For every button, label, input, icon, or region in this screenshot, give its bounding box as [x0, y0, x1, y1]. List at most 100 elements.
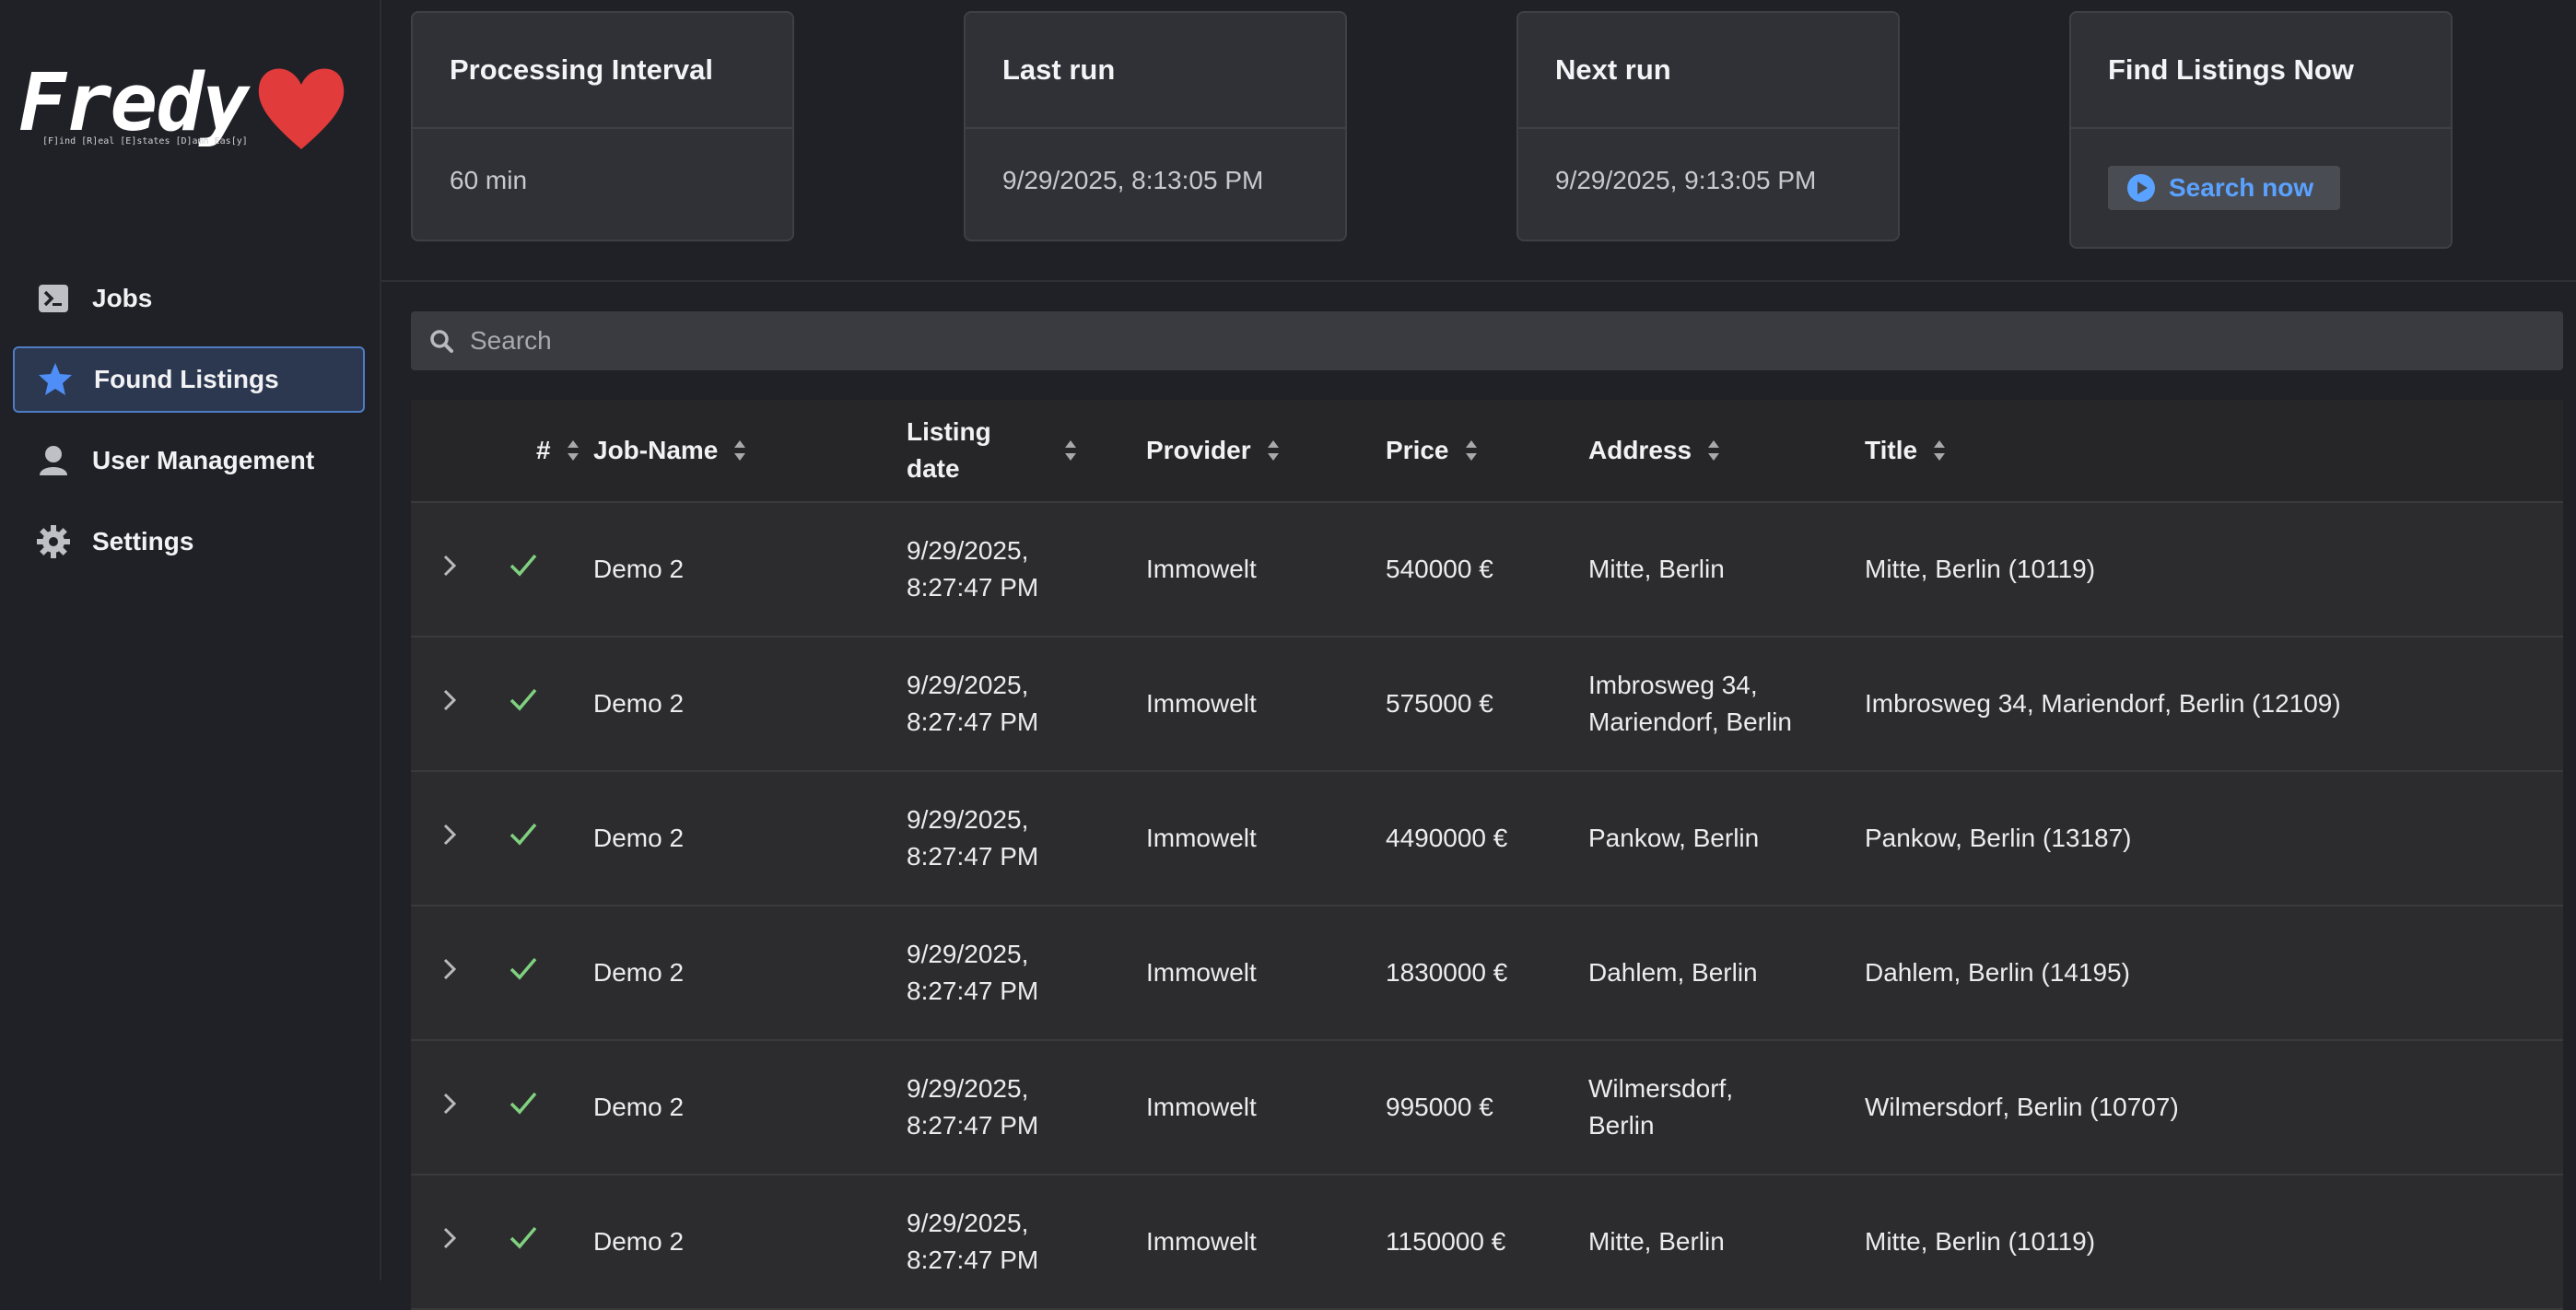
column-header-price[interactable]: Price — [1386, 400, 1588, 501]
job-name-cell: Demo 2 — [593, 1227, 685, 1256]
job-name-cell: Demo 2 — [593, 958, 685, 987]
listing-date-day: 9/29/2025, — [907, 1209, 1029, 1237]
main-content: Processing Interval 60 min Last run 9/29… — [381, 0, 2576, 1310]
column-label: Address — [1588, 436, 1692, 464]
listing-date-day: 9/29/2025, — [907, 536, 1029, 565]
address-line-1: Wilmersdorf, — [1588, 1074, 1734, 1103]
provider-cell: Immowelt — [1146, 555, 1257, 583]
address-line-2: Berlin — [1588, 1111, 1655, 1140]
sort-icon — [567, 440, 579, 461]
fredy-logo[interactable]: Fredy [F]ind [R]eal [E]states [D]amn Eas… — [18, 57, 345, 158]
title-cell[interactable]: Mitte, Berlin (10119) — [1865, 1223, 2563, 1260]
sidebar-item-jobs[interactable]: Jobs — [13, 265, 365, 332]
column-header-job-name[interactable]: Job-Name — [593, 400, 907, 501]
listing-date-time: 8:27:47 PM — [907, 842, 1039, 871]
column-label: Provider — [1146, 436, 1251, 464]
column-header-number[interactable]: # — [486, 400, 593, 501]
job-name-cell: Demo 2 — [593, 689, 685, 718]
listing-date-cell: 9/29/2025, 8:27:47 PM — [907, 936, 1146, 1010]
title-cell[interactable]: Dahlem, Berlin (14195) — [1865, 954, 2563, 991]
search-now-button[interactable]: Search now — [2108, 166, 2340, 210]
title-cell[interactable]: Mitte, Berlin (10119) — [1865, 551, 2563, 588]
table-row[interactable]: Demo 2 9/29/2025, 8:27:47 PM Immowelt 449… — [411, 772, 2563, 906]
column-label: # — [536, 436, 551, 464]
card-value: 9/29/2025, 9:13:05 PM — [1555, 166, 1817, 194]
search-icon — [430, 330, 453, 353]
find-listings-card: Find Listings Now Search now — [2069, 11, 2453, 249]
gear-icon — [35, 523, 72, 560]
address-cell: Pankow, Berlin — [1588, 820, 1865, 857]
table-row[interactable]: Demo 2 9/29/2025, 8:27:47 PM Immowelt 115… — [411, 1175, 2563, 1310]
table-row[interactable]: Demo 2 9/29/2025, 8:27:47 PM Immowelt 183… — [411, 906, 2563, 1041]
next-run-card: Next run 9/29/2025, 9:13:05 PM — [1516, 11, 1900, 241]
listing-date-day: 9/29/2025, — [907, 940, 1029, 968]
search-input[interactable] — [468, 325, 2499, 357]
card-title: Last run — [966, 13, 1345, 129]
provider-cell: Immowelt — [1146, 958, 1257, 987]
job-name-cell: Demo 2 — [593, 555, 685, 583]
sidebar-nav: Jobs Found Listings User Management Sett… — [13, 265, 365, 590]
sidebar-item-settings[interactable]: Settings — [13, 509, 365, 575]
listing-date-cell: 9/29/2025, 8:27:47 PM — [907, 1070, 1146, 1144]
listing-date-time: 8:27:47 PM — [907, 977, 1039, 1005]
check-icon — [486, 551, 593, 588]
check-icon — [486, 954, 593, 991]
title-cell[interactable]: Pankow, Berlin (13187) — [1865, 820, 2563, 857]
address-line-1: Mitte, Berlin — [1588, 555, 1725, 583]
expand-chevron-icon[interactable] — [411, 954, 486, 991]
heart-icon — [258, 68, 345, 149]
expand-chevron-icon[interactable] — [411, 551, 486, 588]
table-row[interactable]: Demo 2 9/29/2025, 8:27:47 PM Immowelt 995… — [411, 1041, 2563, 1175]
card-title: Next run — [1518, 13, 1898, 129]
sort-icon — [1267, 440, 1279, 461]
star-icon — [37, 361, 74, 398]
listing-date-time: 8:27:47 PM — [907, 1246, 1039, 1274]
price-cell: 1830000 € — [1386, 958, 1508, 987]
expand-chevron-icon[interactable] — [411, 820, 486, 857]
title-cell[interactable]: Wilmersdorf, Berlin (10707) — [1865, 1089, 2563, 1126]
expand-chevron-icon[interactable] — [411, 685, 486, 722]
provider-cell: Immowelt — [1146, 1227, 1257, 1256]
play-icon — [2127, 174, 2155, 202]
card-title: Find Listings Now — [2071, 13, 2451, 129]
search-bar[interactable] — [411, 311, 2563, 370]
sort-icon — [1065, 440, 1076, 461]
table-row[interactable]: Demo 2 9/29/2025, 8:27:47 PM Immowelt 540… — [411, 503, 2563, 637]
column-header-listing-date[interactable]: Listing date — [907, 400, 1146, 501]
sidebar-item-found-listings[interactable]: Found Listings — [13, 346, 365, 413]
check-icon — [486, 820, 593, 857]
listing-date-day: 9/29/2025, — [907, 671, 1029, 699]
price-cell: 995000 € — [1386, 1093, 1493, 1121]
address-cell: Imbrosweg 34, Mariendorf, Berlin — [1588, 667, 1865, 741]
listing-date-day: 9/29/2025, — [907, 1074, 1029, 1103]
logo-tagline: [F]ind [R]eal [E]states [D]amn Eas[y] — [42, 136, 248, 146]
column-label: Listing date — [907, 417, 991, 483]
title-cell[interactable]: Imbrosweg 34, Mariendorf, Berlin (12109) — [1865, 685, 2563, 722]
price-cell: 575000 € — [1386, 689, 1493, 718]
sort-icon — [1934, 440, 1946, 461]
card-value: 60 min — [450, 166, 528, 194]
listing-date-cell: 9/29/2025, 8:27:47 PM — [907, 532, 1146, 606]
address-line-1: Mitte, Berlin — [1588, 1227, 1725, 1256]
sort-icon — [734, 440, 746, 461]
column-header-title[interactable]: Title — [1865, 400, 2563, 501]
listings-table: # Job-Name Listing date Provider Price A… — [411, 400, 2563, 1310]
address-cell: Mitte, Berlin — [1588, 551, 1865, 588]
column-header-address[interactable]: Address — [1588, 400, 1865, 501]
search-now-label: Search now — [2169, 173, 2314, 202]
address-cell: Mitte, Berlin — [1588, 1223, 1865, 1260]
sidebar-item-user-management[interactable]: User Management — [13, 427, 365, 494]
column-label: Title — [1865, 436, 1918, 464]
address-cell: Wilmersdorf, Berlin — [1588, 1070, 1865, 1144]
expand-chevron-icon[interactable] — [411, 1223, 486, 1260]
provider-cell: Immowelt — [1146, 1093, 1257, 1121]
expand-chevron-icon[interactable] — [411, 1089, 486, 1126]
sidebar: Fredy [F]ind [R]eal [E]states [D]amn Eas… — [0, 0, 381, 1281]
listing-date-time: 8:27:47 PM — [907, 708, 1039, 736]
job-name-cell: Demo 2 — [593, 1093, 685, 1121]
check-icon — [486, 1089, 593, 1126]
table-row[interactable]: Demo 2 9/29/2025, 8:27:47 PM Immowelt 575… — [411, 637, 2563, 772]
card-value: 9/29/2025, 8:13:05 PM — [1002, 166, 1264, 194]
price-cell: 1150000 € — [1386, 1227, 1506, 1256]
column-header-provider[interactable]: Provider — [1146, 400, 1386, 501]
